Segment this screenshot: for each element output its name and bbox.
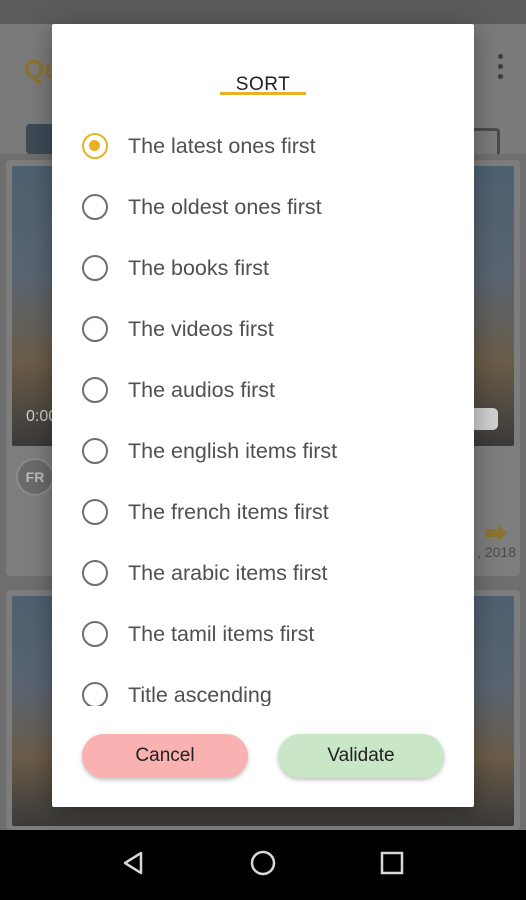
radio-icon[interactable] bbox=[82, 621, 108, 647]
option-label: The audios first bbox=[128, 377, 275, 402]
radio-icon[interactable] bbox=[82, 377, 108, 403]
card-date: , 2018 bbox=[477, 544, 516, 560]
sort-option-books-first[interactable]: The books first bbox=[82, 248, 269, 288]
option-label: The arabic items first bbox=[128, 560, 328, 585]
option-label: The oldest ones first bbox=[128, 194, 322, 219]
sort-options-list[interactable]: The latest ones first The oldest ones fi… bbox=[52, 110, 474, 706]
radio-icon[interactable] bbox=[82, 438, 108, 464]
navigation-bar bbox=[0, 830, 526, 900]
radio-icon[interactable] bbox=[82, 133, 108, 159]
title-underline bbox=[220, 92, 306, 95]
option-label: The tamil items first bbox=[128, 621, 315, 646]
option-label: The english items first bbox=[128, 438, 338, 463]
sort-option-oldest-first[interactable]: The oldest ones first bbox=[82, 187, 322, 227]
option-label: The latest ones first bbox=[128, 133, 316, 158]
home-icon[interactable] bbox=[249, 849, 277, 882]
validate-button[interactable]: Validate bbox=[278, 734, 444, 778]
sort-option-english-first[interactable]: The english items first bbox=[82, 431, 337, 471]
language-badge: FR bbox=[16, 458, 54, 496]
sort-option-latest-first[interactable]: The latest ones first bbox=[82, 126, 316, 166]
sort-option-tamil-first[interactable]: The tamil items first bbox=[82, 614, 314, 654]
sort-option-videos-first[interactable]: The videos first bbox=[82, 309, 274, 349]
radio-icon[interactable] bbox=[82, 194, 108, 220]
sort-option-title-ascending[interactable]: Title ascending bbox=[82, 675, 272, 706]
sort-dialog: SORT The latest ones first The oldest on… bbox=[52, 24, 474, 807]
sort-option-french-first[interactable]: The french items first bbox=[82, 492, 329, 532]
sort-option-arabic-first[interactable]: The arabic items first bbox=[82, 553, 328, 593]
radio-icon[interactable] bbox=[82, 316, 108, 342]
option-label: The videos first bbox=[128, 316, 274, 341]
overflow-menu-icon[interactable] bbox=[498, 54, 504, 84]
option-label: The books first bbox=[128, 255, 269, 280]
status-bar bbox=[0, 0, 526, 24]
sort-option-audios-first[interactable]: The audios first bbox=[82, 370, 275, 410]
recent-apps-icon[interactable] bbox=[379, 850, 405, 881]
radio-icon[interactable] bbox=[82, 499, 108, 525]
cancel-button[interactable]: Cancel bbox=[82, 734, 248, 778]
radio-icon[interactable] bbox=[82, 560, 108, 586]
back-icon[interactable] bbox=[121, 850, 147, 881]
option-label: The french items first bbox=[128, 499, 329, 524]
option-label: Title ascending bbox=[128, 682, 272, 707]
radio-icon[interactable] bbox=[82, 682, 108, 706]
radio-icon[interactable] bbox=[82, 255, 108, 281]
